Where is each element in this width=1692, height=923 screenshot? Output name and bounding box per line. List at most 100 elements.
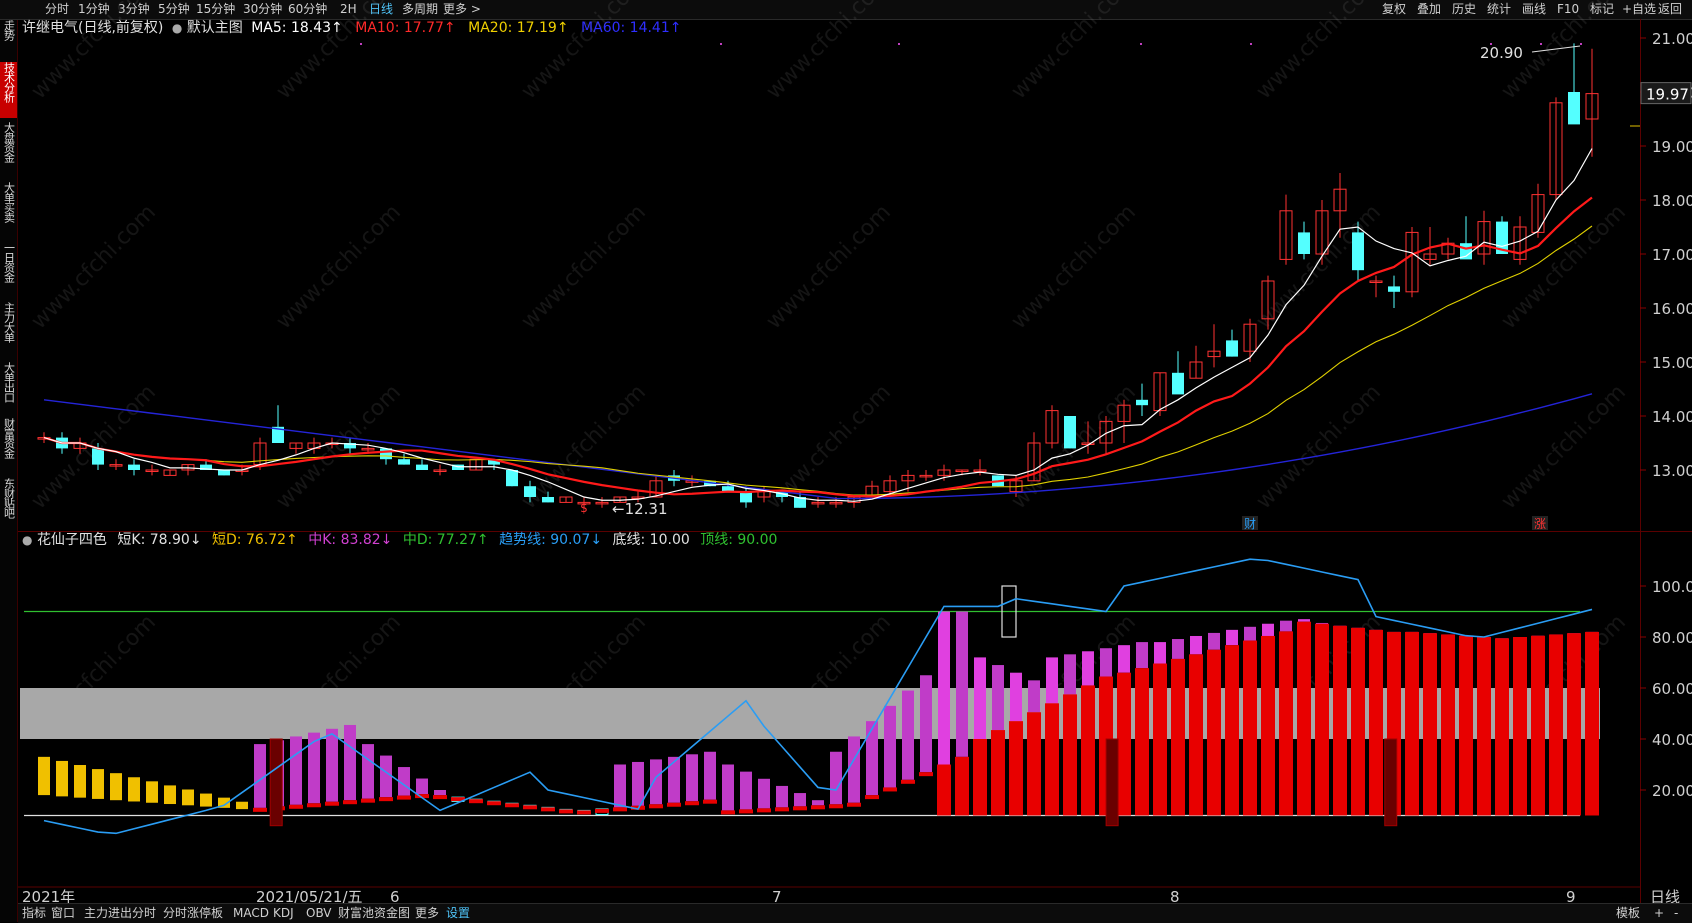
short-bar bbox=[416, 778, 428, 795]
price-label: 18.00 bbox=[1652, 192, 1692, 210]
mid-bar bbox=[1081, 685, 1095, 816]
mid-bar bbox=[1351, 627, 1365, 816]
mid-bar bbox=[1243, 640, 1257, 816]
short-bar bbox=[1154, 642, 1166, 664]
mid-bar bbox=[1333, 625, 1347, 816]
price-label: 21.00 bbox=[1652, 30, 1692, 48]
mid-bar bbox=[919, 772, 933, 777]
indicator-label: 60.00 bbox=[1652, 680, 1692, 698]
bottom-right-1[interactable]: + bbox=[1654, 906, 1664, 921]
bottom-tab-9[interactable]: 设置 bbox=[446, 906, 470, 921]
candle-body bbox=[1226, 340, 1238, 357]
short-bar bbox=[686, 754, 698, 802]
bottom-tab-4[interactable]: MACD bbox=[233, 906, 269, 921]
price-label: 14.00 bbox=[1652, 408, 1692, 426]
short-bar bbox=[920, 675, 932, 773]
watermark: www.cfchi.com bbox=[27, 0, 161, 104]
short-bar bbox=[902, 690, 914, 780]
mid-bar bbox=[1207, 649, 1221, 816]
mid-bar bbox=[739, 809, 753, 814]
mid-bar bbox=[289, 804, 303, 809]
signal-dot bbox=[1580, 43, 1582, 45]
watermark: www.cfchi.com bbox=[1252, 0, 1386, 104]
short-bar bbox=[1298, 619, 1310, 622]
mid-bar bbox=[397, 795, 411, 800]
bottom-tab-6[interactable]: OBV bbox=[306, 906, 332, 921]
candle-body bbox=[1136, 399, 1148, 406]
mid-bar bbox=[253, 807, 267, 812]
bottom-tab-1[interactable]: 窗口 bbox=[51, 906, 75, 921]
short-bar bbox=[668, 756, 680, 803]
event-mark: 财 bbox=[1244, 517, 1256, 531]
short-bar bbox=[1280, 620, 1292, 632]
alert-bar bbox=[1384, 738, 1398, 827]
mid-bar bbox=[1513, 637, 1527, 816]
bottom-right-2[interactable]: - bbox=[1674, 906, 1678, 921]
short-bar bbox=[110, 773, 122, 801]
mid-bar bbox=[343, 800, 357, 805]
mid-bar bbox=[955, 756, 969, 816]
mid-bar bbox=[433, 795, 447, 800]
candle-body bbox=[542, 497, 554, 503]
short-bar bbox=[1136, 642, 1148, 669]
mid-bar bbox=[379, 797, 393, 802]
mid-bar bbox=[1027, 712, 1041, 816]
short-bar bbox=[1100, 648, 1112, 677]
short-bar bbox=[326, 728, 338, 802]
short-bar bbox=[974, 657, 986, 739]
watermark: www.cfchi.com bbox=[1497, 380, 1631, 514]
short-bar bbox=[740, 771, 752, 810]
mid-bar bbox=[1423, 633, 1437, 816]
candle-body bbox=[1064, 416, 1076, 449]
mid-bar bbox=[1261, 635, 1275, 816]
signal-dot bbox=[1250, 43, 1252, 45]
signal-dot bbox=[360, 43, 362, 45]
bottom-tab-3[interactable]: 分时涨停板 bbox=[163, 906, 223, 921]
event-mark: 涨 bbox=[1534, 516, 1546, 531]
bottom-tab-0[interactable]: 指标 bbox=[22, 906, 46, 921]
indicator-label: 100.0 bbox=[1652, 578, 1692, 596]
mid-bar bbox=[577, 810, 591, 815]
short-bar bbox=[1208, 632, 1220, 650]
watermark: www.cfchi.com bbox=[27, 200, 161, 334]
mid-bar bbox=[721, 810, 735, 815]
signal-dot bbox=[1140, 43, 1142, 45]
current-price-label: 19.97 bbox=[1646, 86, 1689, 104]
mid-bar bbox=[1063, 694, 1077, 816]
mid-bar bbox=[1225, 645, 1239, 816]
short-bar bbox=[434, 790, 446, 796]
bottom-right-0[interactable]: 模板 bbox=[1616, 906, 1640, 921]
short-bar bbox=[938, 611, 950, 765]
mid-bar bbox=[1405, 631, 1419, 816]
signal-dot bbox=[720, 43, 722, 45]
short-bar bbox=[812, 800, 824, 806]
signal-dot bbox=[1540, 43, 1542, 45]
short-bar bbox=[92, 769, 104, 799]
bottom-tab-8[interactable]: 更多 bbox=[415, 906, 439, 921]
price-label: 19.00 bbox=[1652, 138, 1692, 156]
signal-dot bbox=[1490, 43, 1492, 45]
bottom-tab-5[interactable]: KDJ bbox=[273, 906, 294, 921]
short-bar bbox=[722, 764, 734, 811]
mid-bar bbox=[1567, 633, 1581, 816]
mid-bar bbox=[361, 798, 375, 803]
short-bar bbox=[56, 760, 68, 797]
bottom-tab-2[interactable]: 主力进出分时 bbox=[84, 906, 156, 921]
watermark: www.cfchi.com bbox=[272, 0, 406, 104]
indicator-tab-bar: 指标 窗口 主力进出分时 分时涨停板 MACD KDJ OBV 财富池资金图 更多 设置 模板 + - bbox=[18, 903, 1692, 923]
bottom-tab-7[interactable]: 财富池资金图 bbox=[338, 906, 410, 921]
candlestick-chart[interactable]: www.cfchi.com www.cfchi.com www.cfchi.com w… bbox=[0, 0, 1692, 922]
high-price-label: 20.90 bbox=[1480, 44, 1523, 62]
mid-bar bbox=[1189, 654, 1203, 816]
indicator-label: 80.00 bbox=[1652, 629, 1692, 647]
low-price-label: ←12.31 bbox=[612, 500, 668, 518]
alert-bar bbox=[1105, 738, 1119, 827]
candle-body bbox=[218, 470, 230, 476]
short-bar bbox=[362, 744, 374, 799]
mid-bar bbox=[1045, 703, 1059, 816]
short-bar bbox=[992, 665, 1004, 731]
mid-bar bbox=[487, 801, 501, 806]
short-bar bbox=[1262, 623, 1274, 636]
candle-body bbox=[128, 464, 140, 470]
mid-bar bbox=[307, 803, 321, 808]
